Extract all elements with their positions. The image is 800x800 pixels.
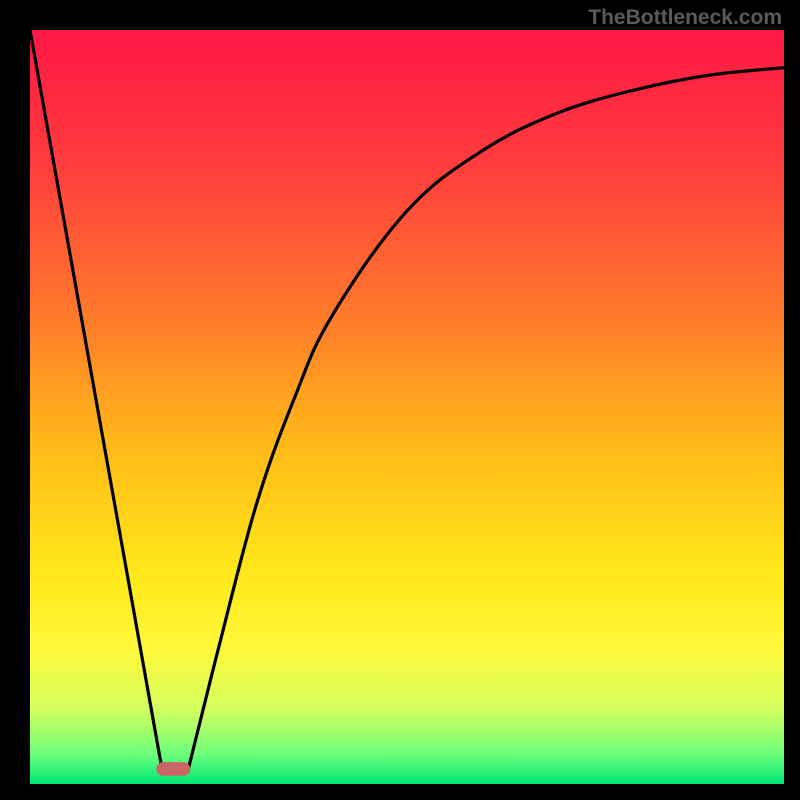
chart-svg <box>0 0 800 800</box>
bottleneck-chart: TheBottleneck.com <box>0 0 800 800</box>
watermark-text: TheBottleneck.com <box>588 6 782 30</box>
marker-layer <box>156 762 190 776</box>
optimal-marker <box>156 762 190 776</box>
